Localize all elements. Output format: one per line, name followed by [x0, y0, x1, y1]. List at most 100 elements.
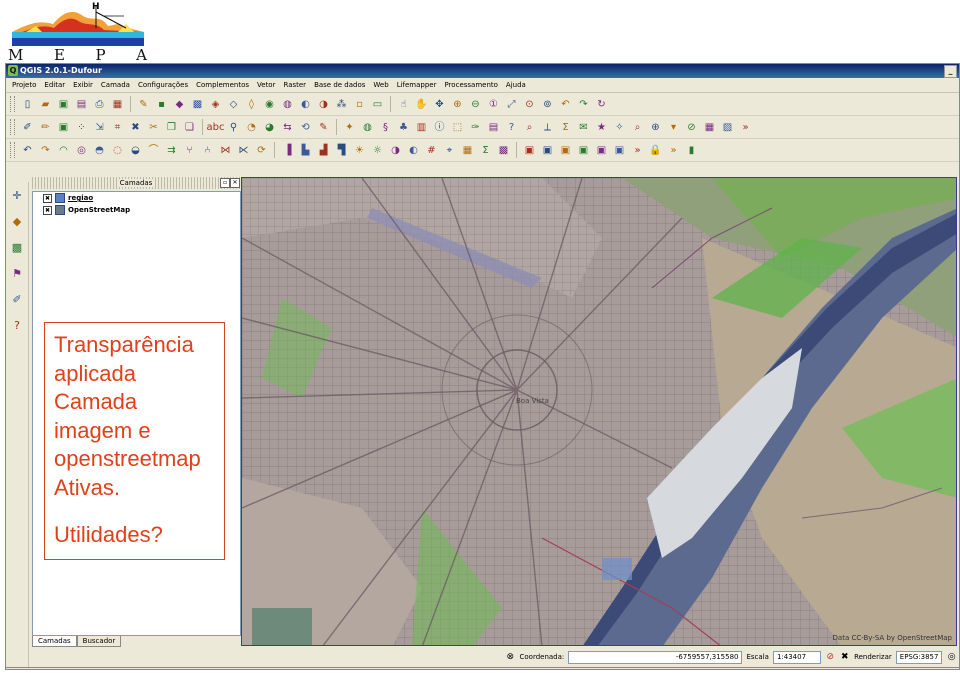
- layer-row-openstreetmap[interactable]: ✖ OpenStreetMap: [33, 204, 240, 216]
- edit-icon[interactable]: ✐: [9, 292, 25, 308]
- extra-icon[interactable]: ▮: [684, 143, 699, 158]
- rotate-label-icon[interactable]: ⟲: [298, 120, 313, 135]
- vertex-icon[interactable]: ▣: [522, 143, 537, 158]
- chart-icon[interactable]: ▥: [414, 120, 429, 135]
- delete-part-icon[interactable]: ◒: [128, 143, 143, 158]
- menu-raster[interactable]: Raster: [279, 78, 310, 92]
- zoom-full-icon[interactable]: ⤢: [504, 97, 519, 112]
- layer-row-regiao[interactable]: ✖ regiao: [33, 192, 240, 204]
- pin-icon[interactable]: ⚲: [226, 120, 241, 135]
- messages-icon[interactable]: ◎: [946, 652, 957, 663]
- magnify-icon[interactable]: ⊕: [648, 120, 663, 135]
- increase-brightness-icon[interactable]: ☀: [352, 143, 367, 158]
- save-edits-icon[interactable]: ▣: [56, 120, 71, 135]
- layer-name[interactable]: OpenStreetMap: [68, 206, 130, 214]
- copy-icon[interactable]: ❐: [164, 120, 179, 135]
- map-icon[interactable]: ▩: [496, 143, 511, 158]
- measure-icon[interactable]: ⟂: [540, 120, 555, 135]
- raster-icon[interactable]: ▩: [9, 240, 25, 256]
- histogram-icon[interactable]: ▙: [298, 143, 313, 158]
- coordinate-field[interactable]: -6759557,315580: [568, 650, 743, 664]
- lock-icon[interactable]: 🔒: [648, 143, 663, 158]
- layer-visibility-checkbox[interactable]: ✖: [43, 205, 52, 215]
- save-as-icon[interactable]: ▤: [74, 97, 89, 112]
- vertex2-icon[interactable]: ▣: [540, 143, 555, 158]
- zoom-selection-icon[interactable]: ⊚: [540, 97, 555, 112]
- vertex4-icon[interactable]: ▣: [576, 143, 591, 158]
- more-icon[interactable]: »: [666, 143, 681, 158]
- zoom-layer-icon[interactable]: ⊙: [522, 97, 537, 112]
- brush-icon[interactable]: ✑: [468, 120, 483, 135]
- deselect-icon[interactable]: ⊘: [684, 120, 699, 135]
- add-wcs-icon[interactable]: ◑: [316, 97, 331, 112]
- digitize-icon[interactable]: ✎: [136, 97, 151, 112]
- python-icon[interactable]: §: [378, 120, 393, 135]
- toolbar-grip-handle[interactable]: [10, 142, 15, 158]
- toolbar-grip-handle[interactable]: [10, 119, 15, 135]
- vertex6-icon[interactable]: ▣: [612, 143, 627, 158]
- menu-processamento[interactable]: Processamento: [440, 78, 501, 92]
- raster-calc-icon[interactable]: ▐: [280, 143, 295, 158]
- delete-icon[interactable]: ✖: [128, 120, 143, 135]
- add-delimited-icon[interactable]: ⁂: [334, 97, 349, 112]
- node-icon[interactable]: ▪: [154, 97, 169, 112]
- digitize-point-icon[interactable]: ✛: [9, 188, 25, 204]
- add-vector-icon[interactable]: ◆: [172, 97, 187, 112]
- add-ring-icon[interactable]: ◎: [74, 143, 89, 158]
- select-dropdown-icon[interactable]: ▾: [666, 120, 681, 135]
- label-icon[interactable]: abc: [207, 120, 225, 135]
- georef-icon[interactable]: ▦: [460, 143, 475, 158]
- scale-combo[interactable]: 1:43407: [772, 650, 822, 664]
- pan-icon[interactable]: ✋: [414, 97, 429, 112]
- map-canvas[interactable]: Boa Vista Data CC-By-SA by OpenStreetMap: [241, 177, 957, 646]
- add-raster-icon[interactable]: ▩: [190, 97, 205, 112]
- toolbar-grip-handle[interactable]: [10, 96, 15, 112]
- identify-icon[interactable]: ⓘ: [432, 120, 447, 135]
- add-spatialite-icon[interactable]: ◇: [226, 97, 241, 112]
- menu-vetor[interactable]: Vetor: [253, 78, 279, 92]
- preview-icon[interactable]: ◕: [262, 120, 277, 135]
- annotation-icon[interactable]: ✉: [576, 120, 591, 135]
- render-checkbox[interactable]: ✖: [840, 652, 851, 663]
- menu-editar[interactable]: Editar: [40, 78, 69, 92]
- simplify-icon[interactable]: ◠: [56, 143, 71, 158]
- bookmark-icon[interactable]: ★: [594, 120, 609, 135]
- zoom-native-icon[interactable]: ①: [486, 97, 501, 112]
- menu-web[interactable]: Web: [369, 78, 392, 92]
- paste-icon[interactable]: ❏: [182, 120, 197, 135]
- tips-icon[interactable]: ✧: [612, 120, 627, 135]
- menu-base-de-dados[interactable]: Base de dados: [310, 78, 369, 92]
- tab-camadas[interactable]: Camadas: [32, 636, 77, 647]
- merge-attr-icon[interactable]: ⋉: [236, 143, 251, 158]
- stretch-cumulative-icon[interactable]: ▜: [334, 143, 349, 158]
- add-wfs-icon[interactable]: ◐: [298, 97, 313, 112]
- float-panel-button[interactable]: ▫: [220, 178, 230, 188]
- stats-icon[interactable]: Σ: [558, 120, 573, 135]
- decrease-brightness-icon[interactable]: ☼: [370, 143, 385, 158]
- calculator-icon[interactable]: ▦: [702, 120, 717, 135]
- add-mssql-icon[interactable]: ◊: [244, 97, 259, 112]
- delete-ring-icon[interactable]: ◌: [110, 143, 125, 158]
- grid-icon[interactable]: #: [424, 143, 439, 158]
- gps-icon[interactable]: ⌖: [442, 143, 457, 158]
- zoom-next-icon[interactable]: ↷: [576, 97, 591, 112]
- reshape-icon[interactable]: ⌒: [146, 143, 161, 158]
- stretch-icon[interactable]: ▟: [316, 143, 331, 158]
- pan-to-selection-icon[interactable]: ✥: [432, 97, 447, 112]
- menu-ajuda[interactable]: Ajuda: [502, 78, 530, 92]
- help-icon[interactable]: ?: [504, 120, 519, 135]
- menu-configuracoes[interactable]: Configurações: [134, 78, 192, 92]
- add-wms-icon[interactable]: ◍: [280, 97, 295, 112]
- table-icon[interactable]: ▤: [486, 120, 501, 135]
- rotate-point-icon[interactable]: ⟳: [254, 143, 269, 158]
- move-label-icon[interactable]: ⇆: [280, 120, 295, 135]
- new-icon[interactable]: ▯: [20, 97, 35, 112]
- menu-exibir[interactable]: Exibir: [69, 78, 97, 92]
- zoom-last-icon[interactable]: ↶: [558, 97, 573, 112]
- layer-visibility-checkbox[interactable]: ✖: [43, 193, 52, 203]
- stop-render-icon[interactable]: ⊘: [825, 652, 836, 663]
- merge-icon[interactable]: ⋈: [218, 143, 233, 158]
- zoom-tool-icon[interactable]: ⌕: [630, 120, 645, 135]
- minimize-button[interactable]: _: [944, 65, 957, 78]
- split-parts-icon[interactable]: ⑃: [200, 143, 215, 158]
